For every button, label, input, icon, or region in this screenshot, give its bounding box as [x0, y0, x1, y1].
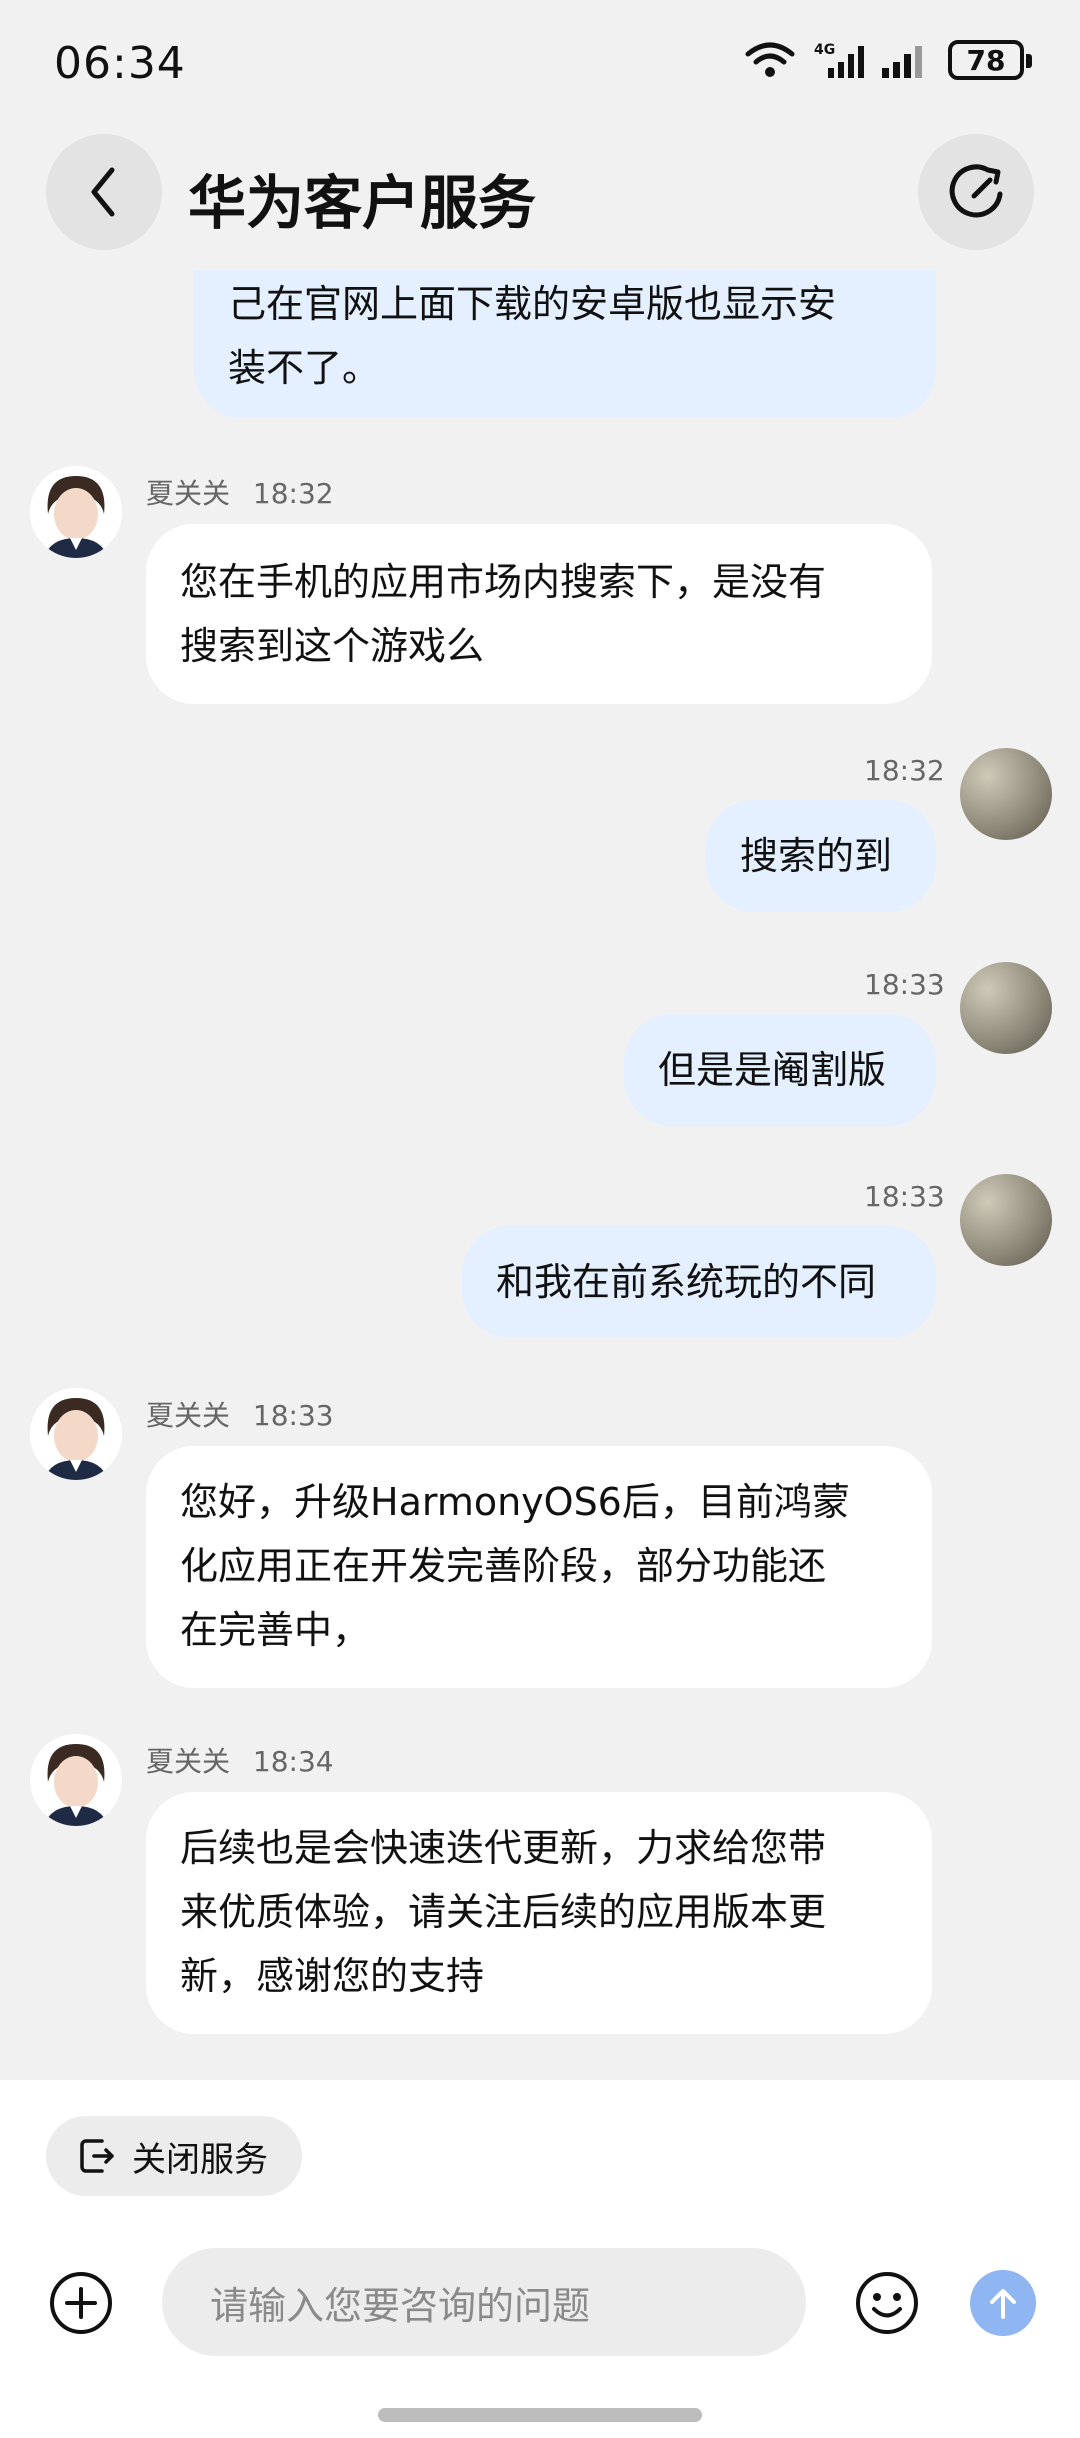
signal-icon — [882, 46, 922, 78]
close-service-label: 关闭服务 — [132, 2139, 268, 2180]
agent-avatar-image — [30, 1388, 122, 1480]
agent-avatar[interactable] — [30, 1388, 122, 1480]
send-arrow-icon — [990, 2289, 1016, 2319]
message-line: 己在官网上面下载的安卓版也显示安 — [228, 282, 837, 326]
message-input[interactable]: 请输入您要咨询的问题 — [162, 2248, 806, 2356]
agent-avatar[interactable] — [30, 466, 122, 558]
header: 华为客户服务 — [0, 130, 1080, 270]
message-time: 18:34 — [252, 1745, 334, 1778]
status-time: 06:34 — [54, 38, 186, 89]
message-time: 18:33 — [864, 968, 945, 1001]
message-line: 化应用正在开发完善阶段，部分功能还 — [180, 1544, 827, 1588]
message-line: 装不了。 — [228, 346, 381, 390]
message-input-placeholder: 请输入您要咨询的问题 — [210, 2283, 591, 2328]
agent-message-bubble: 您在手机的应用市场内搜索下，是没有 搜索到这个游戏么 — [146, 524, 932, 704]
message-line: 您在手机的应用市场内搜索下，是没有 — [180, 560, 827, 604]
user-message-bubble: 和我在前系统玩的不同 — [462, 1226, 936, 1338]
refresh-button[interactable] — [918, 134, 1034, 250]
back-button[interactable] — [46, 134, 162, 250]
agent-message-bubble: 您好，升级HarmonyOS6后，目前鸿蒙 化应用正在开发完善阶段，部分功能还 … — [146, 1446, 932, 1688]
message-time: 18:32 — [252, 477, 334, 510]
status-bar: 06:34 4G 78 — [0, 0, 1080, 130]
message-line: 搜索的到 — [740, 834, 893, 878]
agent-message-bubble: 后续也是会快速迭代更新，力求给您带 来优质体验，请关注后续的应用版本更 新，感谢… — [146, 1792, 932, 2034]
battery-icon: 78 — [948, 40, 1032, 80]
agent-name: 夏关关 — [146, 1745, 231, 1778]
message-line: 您好，升级HarmonyOS6后，目前鸿蒙 — [180, 1480, 850, 1524]
message-line: 在完善中， — [180, 1608, 371, 1652]
agent-meta: 夏关关 18:34 — [146, 1740, 334, 1780]
agent-meta: 夏关关 18:32 — [146, 472, 334, 512]
user-message-bubble: 己在官网上面下载的安卓版也显示安 装不了。 — [194, 250, 936, 418]
message-time: 18:32 — [864, 754, 945, 787]
back-icon — [91, 167, 115, 217]
message-line: 搜索到这个游戏么 — [180, 624, 485, 668]
add-icon[interactable] — [48, 2270, 114, 2336]
message-line: 和我在前系统玩的不同 — [496, 1260, 877, 1304]
exit-icon — [80, 2139, 114, 2173]
message-line: 但是是阉割版 — [658, 1048, 887, 1092]
agent-avatar-image — [30, 466, 122, 558]
user-message-bubble: 搜索的到 — [706, 800, 936, 912]
message-line: 后续也是会快速迭代更新，力求给您带 — [180, 1826, 827, 1870]
close-service-chip[interactable]: 关闭服务 — [46, 2116, 302, 2196]
user-avatar[interactable] — [960, 1174, 1052, 1266]
user-message-bubble: 但是是阉割版 — [624, 1014, 936, 1126]
agent-avatar-image — [30, 1734, 122, 1826]
message-time: 18:33 — [252, 1399, 334, 1432]
home-indicator[interactable] — [378, 2408, 702, 2422]
agent-meta: 夏关关 18:33 — [146, 1394, 334, 1434]
chat-screen: 06:34 4G 78 华为客户服务 己在官网上面下载的安卓版也显示安 装不了。… — [0, 0, 1080, 2438]
message-time: 18:33 — [864, 1180, 945, 1213]
user-avatar[interactable] — [960, 748, 1052, 840]
battery-level: 78 — [966, 43, 1006, 77]
user-avatar[interactable] — [960, 962, 1052, 1054]
message-line: 新，感谢您的支持 — [180, 1954, 485, 1998]
wifi-icon — [745, 42, 795, 77]
send-button[interactable] — [970, 2270, 1036, 2336]
agent-name: 夏关关 — [146, 1399, 231, 1432]
agent-name: 夏关关 — [146, 477, 231, 510]
refresh-icon — [949, 164, 1003, 218]
network-label: 4G — [814, 42, 835, 58]
agent-avatar[interactable] — [30, 1734, 122, 1826]
page-title: 华为客户服务 — [188, 169, 537, 237]
bottom-panel: 关闭服务 请输入您要咨询的问题 — [0, 2080, 1080, 2438]
status-icons: 4G 78 — [744, 40, 1032, 80]
emoji-icon[interactable] — [854, 2270, 920, 2336]
message-line: 来优质体验，请关注后续的应用版本更 — [180, 1890, 827, 1934]
cellular-4g-icon: 4G — [814, 42, 864, 78]
